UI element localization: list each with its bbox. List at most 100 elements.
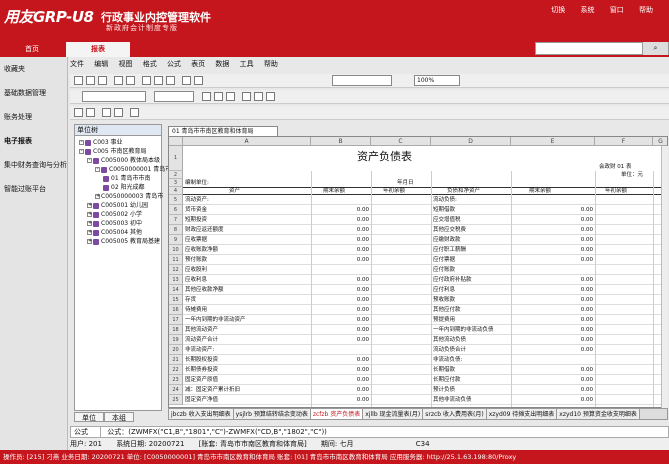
cut-icon[interactable] [142, 76, 151, 85]
table-cell[interactable]: 0.00 [313, 386, 369, 394]
tree-node[interactable]: + C005005 教育局基建 [87, 238, 160, 246]
calc-icon[interactable] [130, 108, 139, 117]
table-cell[interactable]: 其他应交税费 [433, 226, 509, 234]
search-icon[interactable]: ⌕ [642, 42, 668, 55]
table-cell[interactable]: 0.00 [313, 336, 369, 344]
table-cell[interactable]: 0.00 [313, 376, 369, 384]
table-cell[interactable]: 长期债券投资 [185, 366, 309, 374]
table-cell[interactable]: 流动资产: [185, 196, 309, 204]
table-cell[interactable]: 0.00 [513, 396, 593, 404]
table-cell[interactable]: 0.00 [313, 206, 369, 214]
tab-home[interactable]: 首页 [0, 42, 64, 57]
table-cell[interactable]: 0.00 [313, 286, 369, 294]
nav-favorites[interactable]: 收藏夹 [0, 57, 67, 81]
align-left-icon[interactable] [242, 92, 251, 101]
spreadsheet[interactable]: A B C D E F G 1 资产负债表 会政财 01 表 2 单位：元 3 … [168, 136, 668, 408]
table-cell[interactable]: 0.00 [513, 386, 593, 394]
tab-report[interactable]: 报表 [66, 42, 130, 57]
switch-menu[interactable]: 切换 [551, 6, 565, 14]
align-right-icon[interactable] [266, 92, 275, 101]
table-cell[interactable]: 货币资金 [185, 206, 309, 214]
window-menu[interactable]: 窗口 [610, 6, 624, 14]
new-icon[interactable] [74, 76, 83, 85]
table-cell[interactable]: 其他应付款 [433, 306, 509, 314]
table-cell[interactable]: 减：固定资产累计折旧 [185, 386, 309, 394]
table-cell[interactable]: 预计负债 [433, 386, 509, 394]
formula-bar[interactable]: 公式 公式：(ZWMFX("C1,B","1801","C")-ZWMFX("C… [70, 426, 669, 438]
system-menu[interactable]: 系统 [581, 6, 595, 14]
column-header[interactable]: D [431, 137, 511, 146]
table-cell[interactable]: 财政应返还额度 [185, 226, 309, 234]
table-cell[interactable]: 长期股权投资 [185, 356, 309, 364]
tree-node[interactable]: 02 阳光成都 [103, 184, 145, 192]
menu-file[interactable]: 文件 [70, 60, 84, 68]
table-cell[interactable]: 0.00 [313, 296, 369, 304]
nav-accounting[interactable]: 账务处理 [0, 105, 67, 129]
table-cell[interactable]: 一年内到期的非流动负债 [433, 326, 509, 334]
table-cell[interactable]: 应收利息 [185, 276, 309, 284]
row-header[interactable]: 13 [169, 275, 183, 285]
menu-data[interactable]: 数据 [215, 60, 229, 68]
table-cell[interactable]: 应缴财政款 [433, 236, 509, 244]
table-cell[interactable]: 应付账款 [433, 266, 509, 274]
table-cell[interactable]: 流动资产合计 [185, 336, 309, 344]
italic-icon[interactable] [214, 92, 223, 101]
insert-row-icon[interactable] [74, 108, 83, 117]
corner-cell[interactable] [169, 137, 183, 146]
row-header[interactable]: 22 [169, 365, 183, 375]
column-header[interactable]: B [311, 137, 371, 146]
font-combo[interactable] [332, 75, 392, 86]
row-header[interactable]: 25 [169, 395, 183, 405]
table-cell[interactable]: 应收账款净额 [185, 246, 309, 254]
table-cell[interactable]: 0.00 [313, 246, 369, 254]
row-header[interactable]: 3 [169, 179, 183, 187]
help-menu[interactable]: 帮助 [639, 6, 653, 14]
table-cell[interactable]: 0.00 [513, 276, 593, 284]
column-header[interactable]: A [183, 137, 311, 146]
sheet-tab[interactable]: xjllb 现金流量表(月) [363, 409, 424, 419]
table-cell[interactable]: 0.00 [513, 366, 593, 374]
table-cell[interactable]: 存货 [185, 296, 309, 304]
open-icon[interactable] [86, 76, 95, 85]
tree-node[interactable]: + C005002 小学 [87, 211, 142, 219]
tree-node[interactable]: - C005000 教体局本级 [87, 157, 160, 165]
row-header[interactable]: 21 [169, 355, 183, 365]
row-header[interactable]: 24 [169, 385, 183, 395]
sheet-tab-active[interactable]: zcfzb 资产负债表 [310, 409, 364, 419]
row-header[interactable]: 20 [169, 345, 183, 355]
row-header[interactable]: 17 [169, 315, 183, 325]
vertical-scrollbar[interactable] [661, 146, 668, 408]
row-header[interactable]: 23 [169, 375, 183, 385]
nav-centralized-query[interactable]: 集中财务查询与分析 [0, 153, 67, 177]
row-header[interactable]: 2 [169, 171, 183, 179]
size-combo[interactable] [154, 91, 194, 102]
nav-basic-data[interactable]: 基础数据管理 [0, 81, 67, 105]
undo-icon[interactable] [182, 76, 191, 85]
table-cell[interactable]: 长期应付款 [433, 376, 509, 384]
table-cell[interactable]: 0.00 [513, 256, 593, 264]
tree-node[interactable]: 01 青岛市市南 [103, 175, 151, 183]
sheet-tab[interactable]: xzyd10 预算资金收支明细表 [557, 409, 640, 419]
table-cell[interactable]: 短期投资 [185, 216, 309, 224]
table-cell[interactable]: 一年内到期的非流动资产 [185, 316, 309, 324]
table-cell[interactable]: 预付账款 [185, 256, 309, 264]
menu-tools[interactable]: 工具 [240, 60, 254, 68]
delete-row-icon[interactable] [86, 108, 95, 117]
table-cell[interactable]: 0.00 [513, 216, 593, 224]
document-tab[interactable]: 01 青岛市市南区教育和体育局 [168, 126, 278, 136]
sheet-tab[interactable]: jbczb 收入支出明细表 [169, 409, 234, 419]
table-cell[interactable]: 待摊费用 [185, 306, 309, 314]
table-cell[interactable]: 0.00 [313, 326, 369, 334]
table-cell[interactable]: 0.00 [513, 336, 593, 344]
menu-format[interactable]: 格式 [143, 60, 157, 68]
row-header[interactable]: 11 [169, 255, 183, 265]
row-header[interactable]: 6 [169, 205, 183, 215]
table-cell[interactable]: 0.00 [513, 296, 593, 304]
sum-icon[interactable] [102, 108, 111, 117]
table-cell[interactable]: 短期借款 [433, 206, 509, 214]
tree-node[interactable]: + C005003 初中 [87, 220, 142, 228]
table-cell[interactable]: 其他流动资产 [185, 326, 309, 334]
table-cell[interactable]: 流动负债: [433, 196, 509, 204]
column-header[interactable]: F [595, 137, 653, 146]
row-header[interactable]: 12 [169, 265, 183, 275]
